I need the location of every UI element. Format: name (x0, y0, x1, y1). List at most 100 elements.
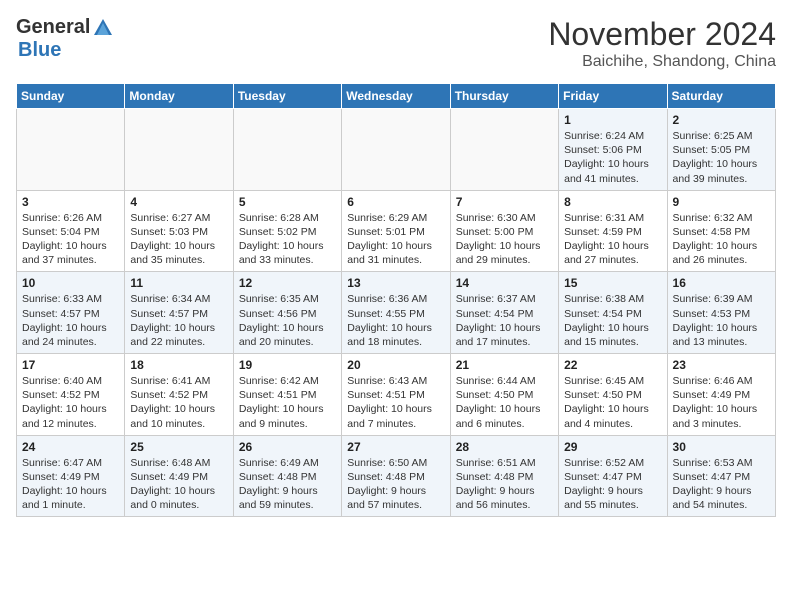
day-info: Sunrise: 6:53 AM Sunset: 4:47 PM Dayligh… (673, 456, 770, 513)
calendar-day-cell (342, 109, 450, 191)
day-number: 5 (239, 195, 336, 209)
day-info: Sunrise: 6:31 AM Sunset: 4:59 PM Dayligh… (564, 211, 661, 268)
day-number: 29 (564, 440, 661, 454)
day-info: Sunrise: 6:30 AM Sunset: 5:00 PM Dayligh… (456, 211, 553, 268)
day-info: Sunrise: 6:25 AM Sunset: 5:05 PM Dayligh… (673, 129, 770, 186)
day-number: 9 (673, 195, 770, 209)
day-number: 11 (130, 276, 227, 290)
calendar-day-cell (450, 109, 558, 191)
calendar-day-cell: 10 Sunrise: 6:33 AM Sunset: 4:57 PM Dayli… (17, 272, 125, 354)
day-number: 17 (22, 358, 119, 372)
logo-general: General (16, 16, 90, 39)
calendar-day-cell: 14 Sunrise: 6:37 AM Sunset: 4:54 PM Dayli… (450, 272, 558, 354)
calendar-day-cell: 21 Sunrise: 6:44 AM Sunset: 4:50 PM Dayli… (450, 354, 558, 436)
day-info: Sunrise: 6:32 AM Sunset: 4:58 PM Dayligh… (673, 211, 770, 268)
calendar-day-header: Monday (125, 84, 233, 109)
calendar-day-cell: 24 Sunrise: 6:47 AM Sunset: 4:49 PM Dayli… (17, 435, 125, 517)
day-number: 12 (239, 276, 336, 290)
day-info: Sunrise: 6:37 AM Sunset: 4:54 PM Dayligh… (456, 292, 553, 349)
day-number: 21 (456, 358, 553, 372)
day-info: Sunrise: 6:38 AM Sunset: 4:54 PM Dayligh… (564, 292, 661, 349)
day-number: 3 (22, 195, 119, 209)
day-info: Sunrise: 6:48 AM Sunset: 4:49 PM Dayligh… (130, 456, 227, 513)
day-info: Sunrise: 6:39 AM Sunset: 4:53 PM Dayligh… (673, 292, 770, 349)
day-info: Sunrise: 6:43 AM Sunset: 4:51 PM Dayligh… (347, 374, 444, 431)
day-number: 13 (347, 276, 444, 290)
day-number: 28 (456, 440, 553, 454)
calendar-day-header: Sunday (17, 84, 125, 109)
calendar-day-cell: 2 Sunrise: 6:25 AM Sunset: 5:05 PM Daylig… (667, 109, 775, 191)
calendar-day-header: Wednesday (342, 84, 450, 109)
day-info: Sunrise: 6:47 AM Sunset: 4:49 PM Dayligh… (22, 456, 119, 513)
logo-icon (92, 17, 114, 39)
calendar-day-cell (17, 109, 125, 191)
logo-blue: Blue (18, 39, 61, 61)
location-title: Baichihe, Shandong, China (548, 53, 776, 71)
calendar-week-row: 1 Sunrise: 6:24 AM Sunset: 5:06 PM Daylig… (17, 109, 776, 191)
day-number: 1 (564, 113, 661, 127)
calendar-header-row: SundayMondayTuesdayWednesdayThursdayFrid… (17, 84, 776, 109)
calendar-week-row: 17 Sunrise: 6:40 AM Sunset: 4:52 PM Dayli… (17, 354, 776, 436)
calendar-day-cell: 20 Sunrise: 6:43 AM Sunset: 4:51 PM Dayli… (342, 354, 450, 436)
day-info: Sunrise: 6:49 AM Sunset: 4:48 PM Dayligh… (239, 456, 336, 513)
calendar-day-cell: 29 Sunrise: 6:52 AM Sunset: 4:47 PM Dayli… (559, 435, 667, 517)
day-info: Sunrise: 6:34 AM Sunset: 4:57 PM Dayligh… (130, 292, 227, 349)
calendar-day-cell: 5Sunrise: 6:28 AM Sunset: 5:02 PM Daylig… (233, 190, 341, 272)
day-info: Sunrise: 6:29 AM Sunset: 5:01 PM Dayligh… (347, 211, 444, 268)
day-number: 27 (347, 440, 444, 454)
calendar-day-cell: 27 Sunrise: 6:50 AM Sunset: 4:48 PM Dayli… (342, 435, 450, 517)
calendar-day-cell: 19 Sunrise: 6:42 AM Sunset: 4:51 PM Dayli… (233, 354, 341, 436)
day-number: 15 (564, 276, 661, 290)
calendar-day-cell: 16Sunrise: 6:39 AM Sunset: 4:53 PM Dayli… (667, 272, 775, 354)
page-header: General Blue November 2024 Baichihe, Sha… (16, 16, 776, 71)
day-number: 4 (130, 195, 227, 209)
day-number: 30 (673, 440, 770, 454)
day-number: 20 (347, 358, 444, 372)
calendar-day-cell (233, 109, 341, 191)
day-info: Sunrise: 6:52 AM Sunset: 4:47 PM Dayligh… (564, 456, 661, 513)
day-number: 22 (564, 358, 661, 372)
calendar-week-row: 24 Sunrise: 6:47 AM Sunset: 4:49 PM Dayli… (17, 435, 776, 517)
day-info: Sunrise: 6:24 AM Sunset: 5:06 PM Dayligh… (564, 129, 661, 186)
day-number: 18 (130, 358, 227, 372)
day-number: 26 (239, 440, 336, 454)
calendar-day-cell: 12 Sunrise: 6:35 AM Sunset: 4:56 PM Dayli… (233, 272, 341, 354)
calendar-day-cell: 4Sunrise: 6:27 AM Sunset: 5:03 PM Daylig… (125, 190, 233, 272)
calendar-week-row: 10 Sunrise: 6:33 AM Sunset: 4:57 PM Dayli… (17, 272, 776, 354)
calendar-day-cell: 7 Sunrise: 6:30 AM Sunset: 5:00 PM Daylig… (450, 190, 558, 272)
title-block: November 2024 Baichihe, Shandong, China (548, 16, 776, 71)
day-number: 6 (347, 195, 444, 209)
calendar-day-cell: 8 Sunrise: 6:31 AM Sunset: 4:59 PM Daylig… (559, 190, 667, 272)
day-number: 7 (456, 195, 553, 209)
calendar-day-cell: 26 Sunrise: 6:49 AM Sunset: 4:48 PM Dayli… (233, 435, 341, 517)
calendar-day-cell: 23 Sunrise: 6:46 AM Sunset: 4:49 PM Dayli… (667, 354, 775, 436)
day-info: Sunrise: 6:51 AM Sunset: 4:48 PM Dayligh… (456, 456, 553, 513)
day-info: Sunrise: 6:26 AM Sunset: 5:04 PM Dayligh… (22, 211, 119, 268)
calendar-day-cell: 30 Sunrise: 6:53 AM Sunset: 4:47 PM Dayli… (667, 435, 775, 517)
calendar-day-cell: 18Sunrise: 6:41 AM Sunset: 4:52 PM Dayli… (125, 354, 233, 436)
calendar-day-cell: 22Sunrise: 6:45 AM Sunset: 4:50 PM Dayli… (559, 354, 667, 436)
day-info: Sunrise: 6:50 AM Sunset: 4:48 PM Dayligh… (347, 456, 444, 513)
calendar-day-header: Friday (559, 84, 667, 109)
day-info: Sunrise: 6:40 AM Sunset: 4:52 PM Dayligh… (22, 374, 119, 431)
day-info: Sunrise: 6:36 AM Sunset: 4:55 PM Dayligh… (347, 292, 444, 349)
calendar-day-cell: 1 Sunrise: 6:24 AM Sunset: 5:06 PM Daylig… (559, 109, 667, 191)
calendar-day-cell: 25 Sunrise: 6:48 AM Sunset: 4:49 PM Dayli… (125, 435, 233, 517)
day-number: 8 (564, 195, 661, 209)
day-info: Sunrise: 6:46 AM Sunset: 4:49 PM Dayligh… (673, 374, 770, 431)
day-number: 2 (673, 113, 770, 127)
calendar-day-cell: 3 Sunrise: 6:26 AM Sunset: 5:04 PM Daylig… (17, 190, 125, 272)
day-info: Sunrise: 6:42 AM Sunset: 4:51 PM Dayligh… (239, 374, 336, 431)
day-number: 24 (22, 440, 119, 454)
day-number: 14 (456, 276, 553, 290)
day-info: Sunrise: 6:33 AM Sunset: 4:57 PM Dayligh… (22, 292, 119, 349)
day-number: 10 (22, 276, 119, 290)
day-info: Sunrise: 6:35 AM Sunset: 4:56 PM Dayligh… (239, 292, 336, 349)
day-number: 23 (673, 358, 770, 372)
calendar-day-header: Saturday (667, 84, 775, 109)
day-number: 19 (239, 358, 336, 372)
calendar-day-header: Thursday (450, 84, 558, 109)
day-info: Sunrise: 6:44 AM Sunset: 4:50 PM Dayligh… (456, 374, 553, 431)
calendar-day-cell: 9 Sunrise: 6:32 AM Sunset: 4:58 PM Daylig… (667, 190, 775, 272)
day-number: 25 (130, 440, 227, 454)
